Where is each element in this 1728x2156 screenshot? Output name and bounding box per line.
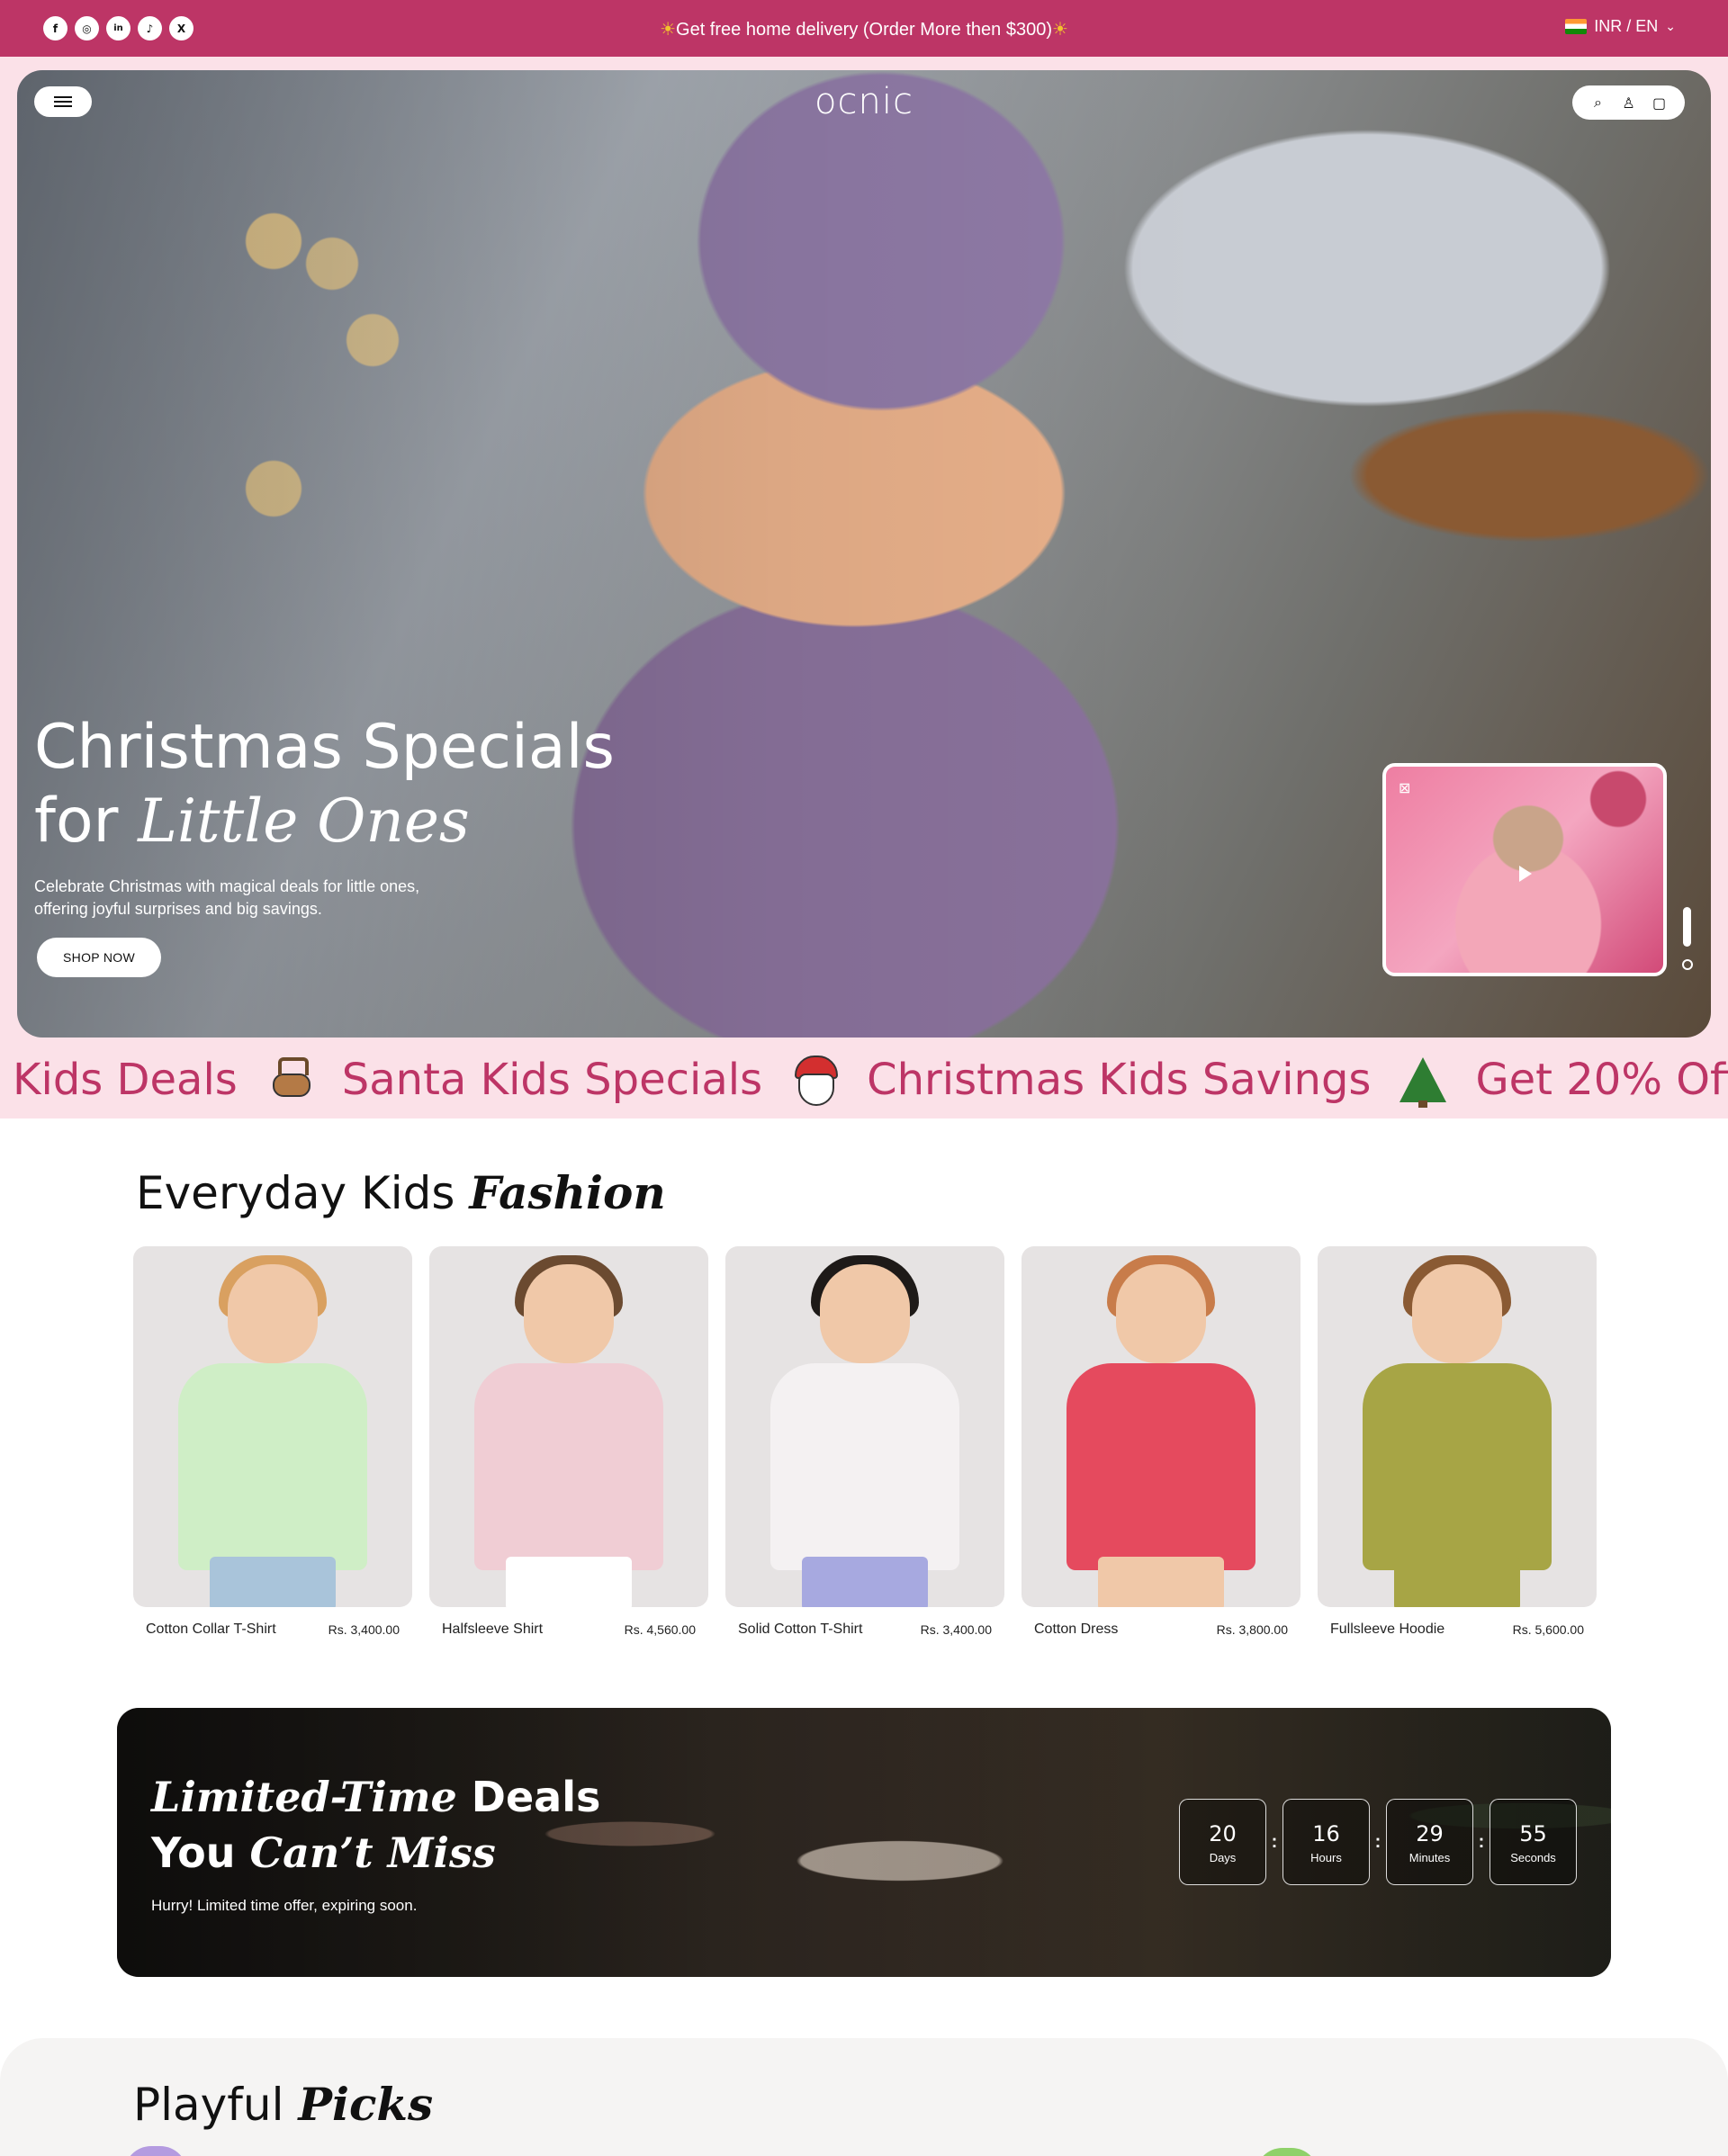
product-image[interactable] xyxy=(725,1246,1004,1607)
video-thumbnail[interactable]: ⊠ xyxy=(1382,763,1667,976)
currency-language-selector[interactable]: INR / EN ⌄ xyxy=(1565,17,1676,36)
hero-title: Christmas Specials for Little Ones xyxy=(34,712,615,857)
deals-subtitle: Hurry! Limited time offer, expiring soon… xyxy=(151,1897,418,1914)
sun-icon: ☀ xyxy=(660,20,677,40)
hero-subtitle: Celebrate Christmas with magical deals f… xyxy=(34,877,420,918)
user-icon[interactable]: ♙ xyxy=(1620,94,1638,112)
promo-marquee: Kids Deals Santa Kids Specials Christmas… xyxy=(0,1044,1728,1118)
product-name[interactable]: Solid Cotton T-Shirt xyxy=(738,1621,862,1638)
countdown-separator: : xyxy=(1374,1831,1382,1852)
site-logo[interactable]: ocnic xyxy=(17,81,1711,122)
deals-title: Limited-Time Deals You Can’t Miss xyxy=(151,1773,601,1877)
announcement-bar: f ◎ in ♪ X ☀Get free home delivery (Orde… xyxy=(0,0,1728,57)
countdown-timer: 20 Days : 16 Hours : 29 Minutes : 55 Sec… xyxy=(1179,1799,1577,1885)
fashion-section-title: Everyday Kids Fashion xyxy=(136,1166,666,1219)
product-image[interactable] xyxy=(1022,1246,1300,1607)
marquee-text: Santa Kids Specials xyxy=(341,1055,763,1105)
bag-icon[interactable]: ▢ xyxy=(1651,94,1669,112)
countdown-separator: : xyxy=(1271,1831,1278,1852)
product-image[interactable] xyxy=(429,1246,708,1607)
product-card[interactable]: Solid Cotton T-Shirt Rs. 3,400.00 xyxy=(725,1246,1004,1638)
product-card[interactable]: Halfsleeve Shirt Rs. 4,560.00 xyxy=(429,1246,708,1638)
product-card[interactable]: Fullsleeve Hoodie Rs. 5,600.00 xyxy=(1318,1246,1597,1638)
picks-section-title: Playful Picks xyxy=(133,2078,434,2131)
slide-dot-active[interactable] xyxy=(1683,907,1691,947)
play-icon[interactable] xyxy=(1519,866,1532,882)
santa-icon xyxy=(789,1055,840,1106)
countdown-separator: : xyxy=(1478,1831,1485,1852)
product-name[interactable]: Cotton Collar T-Shirt xyxy=(146,1621,276,1638)
product-price: Rs. 5,600.00 xyxy=(1512,1622,1584,1637)
product-price: Rs. 3,400.00 xyxy=(328,1622,400,1637)
product-price: Rs. 4,560.00 xyxy=(624,1622,696,1637)
slider-pagination xyxy=(1682,907,1693,970)
reindeer-icon xyxy=(265,1055,315,1105)
product-image[interactable] xyxy=(133,1246,412,1607)
countdown-days: 20 Days xyxy=(1179,1799,1266,1885)
countdown-hours: 16 Hours xyxy=(1282,1799,1370,1885)
countdown-seconds: 55 Seconds xyxy=(1490,1799,1577,1885)
mute-icon[interactable]: ⊠ xyxy=(1399,779,1410,796)
header-actions: ⌕ ♙ ▢ xyxy=(1572,85,1685,120)
product-name[interactable]: Halfsleeve Shirt xyxy=(442,1621,543,1638)
hero-banner: ocnic ⌕ ♙ ▢ Christmas Specials for Littl… xyxy=(17,70,1711,1038)
search-icon[interactable]: ⌕ xyxy=(1589,94,1607,112)
marquee-text: Christmas Kids Savings xyxy=(867,1055,1372,1105)
announcement-text: ☀Get free home delivery (Order More then… xyxy=(660,20,1068,40)
product-price: Rs. 3,400.00 xyxy=(920,1622,992,1637)
playful-picks-section: Playful Picks xyxy=(0,2038,1728,2156)
sun-icon: ☀ xyxy=(1051,20,1068,40)
product-name[interactable]: Cotton Dress xyxy=(1034,1621,1118,1638)
locale-label: INR / EN xyxy=(1594,17,1659,35)
india-flag-icon xyxy=(1565,19,1588,34)
product-card[interactable]: Cotton Dress Rs. 3,800.00 xyxy=(1022,1246,1300,1638)
marquee-text: Kids Deals xyxy=(13,1055,238,1105)
product-card[interactable]: Cotton Collar T-Shirt Rs. 3,400.00 xyxy=(133,1246,412,1638)
product-grid: Cotton Collar T-Shirt Rs. 3,400.00 Halfsl… xyxy=(133,1246,1597,1638)
deals-banner: Limited-Time Deals You Can’t Miss Hurry!… xyxy=(117,1708,1611,1977)
countdown-minutes: 29 Minutes xyxy=(1386,1799,1473,1885)
product-price: Rs. 3,800.00 xyxy=(1216,1622,1288,1637)
shop-now-button[interactable]: SHOP NOW xyxy=(37,938,161,977)
marquee-text: Get 20% Off xyxy=(1475,1055,1728,1105)
product-image[interactable] xyxy=(1318,1246,1597,1607)
decorative-shape xyxy=(1256,2148,1318,2156)
decorative-shape xyxy=(124,2146,187,2156)
product-name[interactable]: Fullsleeve Hoodie xyxy=(1330,1621,1444,1638)
slide-dot[interactable] xyxy=(1682,959,1693,970)
christmas-tree-icon xyxy=(1398,1055,1448,1108)
chevron-down-icon: ⌄ xyxy=(1665,19,1676,34)
